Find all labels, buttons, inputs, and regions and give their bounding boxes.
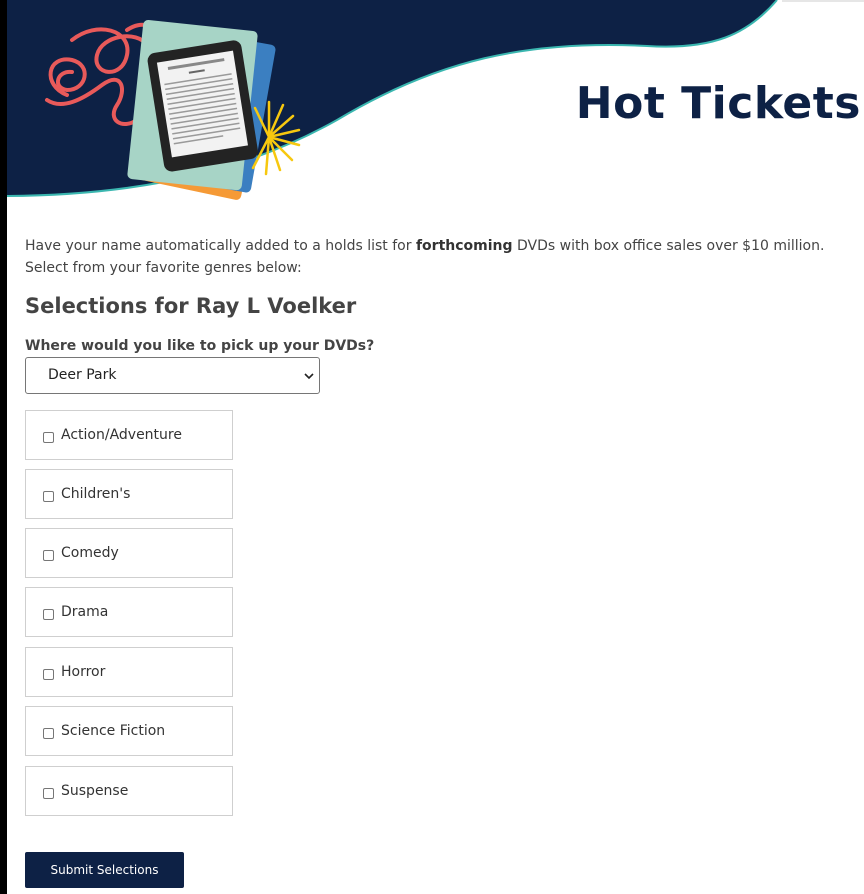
page-header: Hot Tickets <box>7 0 864 210</box>
genre-label: Drama <box>61 604 109 620</box>
chevron-down-icon <box>304 373 314 380</box>
intro-text-start: Have your name automatically added to a … <box>25 238 416 254</box>
genre-checkbox[interactable] <box>43 550 54 561</box>
pickup-location-label: Where would you like to pick up your DVD… <box>25 338 375 354</box>
submit-selections-button[interactable]: Submit Selections <box>25 852 184 888</box>
left-edge-bar <box>0 0 7 894</box>
genre-label: Suspense <box>61 783 129 799</box>
genre-label: Horror <box>61 664 106 680</box>
genre-option-childrens[interactable]: Children's <box>25 469 233 519</box>
genre-checkbox[interactable] <box>43 788 54 799</box>
page-title: Hot Tickets <box>575 78 861 129</box>
genre-option-science-fiction[interactable]: Science Fiction <box>25 706 233 756</box>
genre-checkbox[interactable] <box>43 432 54 443</box>
genre-option-drama[interactable]: Drama <box>25 587 233 637</box>
genre-checkbox[interactable] <box>43 491 54 502</box>
genre-option-horror[interactable]: Horror <box>25 647 233 697</box>
intro-emphasis: forthcoming <box>415 238 513 254</box>
genre-option-comedy[interactable]: Comedy <box>25 528 233 578</box>
selections-heading: Selections for Ray L Voelker <box>25 294 357 318</box>
pickup-location-value: Deer Park <box>48 367 117 383</box>
genre-option-suspense[interactable]: Suspense <box>25 766 233 816</box>
genre-label: Comedy <box>61 545 119 561</box>
pickup-location-select[interactable]: Deer Park <box>25 357 320 394</box>
genre-checkbox[interactable] <box>43 609 54 620</box>
genre-option-action-adventure[interactable]: Action/Adventure <box>25 410 233 460</box>
genre-label: Action/Adventure <box>61 427 182 443</box>
genre-label: Science Fiction <box>61 723 166 739</box>
genre-label: Children's <box>61 486 131 502</box>
genre-checkbox[interactable] <box>43 728 54 739</box>
genre-checkbox[interactable] <box>43 669 54 680</box>
intro-text: Have your name automatically added to a … <box>25 235 860 279</box>
